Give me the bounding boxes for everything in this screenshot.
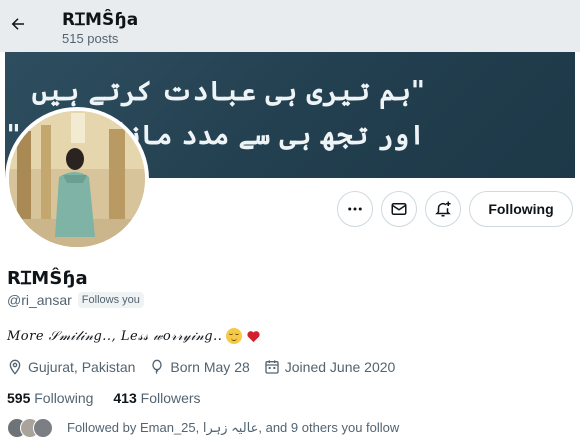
follower-avatar — [33, 418, 53, 438]
followers-count-link[interactable]: 413 Followers — [113, 390, 200, 406]
more-button[interactable] — [337, 191, 373, 227]
avatar-photo — [9, 111, 145, 247]
avatar-image — [9, 111, 145, 247]
follower-avatars — [7, 418, 53, 438]
back-button[interactable] — [4, 10, 32, 38]
top-bar: RꞮMŜɧa 515 posts — [0, 0, 580, 52]
following-count-link[interactable]: 595 Following — [7, 390, 93, 406]
born-text: Born May 28 — [170, 359, 250, 375]
post-count: 515 posts — [62, 31, 119, 46]
handle-row: @ri_ansar Follows you — [7, 292, 144, 308]
location-item: Gujurat, Pakistan — [7, 359, 135, 375]
mail-icon — [391, 203, 407, 215]
followed-by-text: Followed by Eman_25, عالیہ زہرا, and 9 o… — [67, 420, 400, 435]
notification-bell-icon — [435, 201, 451, 217]
avatar[interactable] — [5, 107, 149, 251]
location-text: Gujurat, Pakistan — [28, 359, 136, 375]
relieved-face-emoji — [226, 328, 243, 344]
bio-text: 𝑀𝑜𝑟𝑒 𝒮𝓂𝒾𝓁𝒾𝓃𝑔.., 𝐿𝑒𝓈𝓈 𝓌𝑜𝓇𝓇𝓎𝒾𝓃𝑔.. — [7, 328, 223, 344]
born-item: Born May 28 — [149, 359, 250, 375]
joined-item: Joined June 2020 — [264, 359, 396, 375]
followers-label: Followers — [140, 390, 201, 406]
message-button[interactable] — [381, 191, 417, 227]
back-arrow-icon — [11, 18, 24, 30]
profile-meta: Gujurat, Pakistan Born May 28 Joined Jun… — [7, 359, 409, 375]
location-pin-icon — [9, 359, 21, 375]
bio: 𝑀𝑜𝑟𝑒 𝒮𝓂𝒾𝓁𝒾𝓃𝑔.., 𝐿𝑒𝓈𝓈 𝓌𝑜𝓇𝓇𝓎𝒾𝓃𝑔.. — [7, 328, 261, 344]
joined-text: Joined June 2020 — [284, 359, 396, 375]
red-heart-icon — [247, 330, 260, 342]
notification-button[interactable] — [425, 191, 461, 227]
handle: @ri_ansar — [7, 292, 72, 308]
balloon-icon — [152, 359, 163, 375]
display-name: RꞮMŜɧa — [7, 268, 88, 289]
followed-by-row[interactable]: Followed by Eman_25, عالیہ زہرا, and 9 o… — [7, 418, 399, 438]
following-label: Following — [34, 390, 94, 406]
calendar-icon — [265, 360, 279, 374]
stats-row: 595 Following 413 Followers — [7, 390, 201, 406]
header-name: RꞮMŜɧa — [62, 10, 139, 30]
following-count: 595 — [7, 390, 31, 406]
following-button[interactable]: Following — [469, 191, 573, 227]
followers-count: 413 — [113, 390, 137, 406]
more-icon — [348, 207, 362, 211]
follows-you-badge: Follows you — [77, 292, 144, 308]
